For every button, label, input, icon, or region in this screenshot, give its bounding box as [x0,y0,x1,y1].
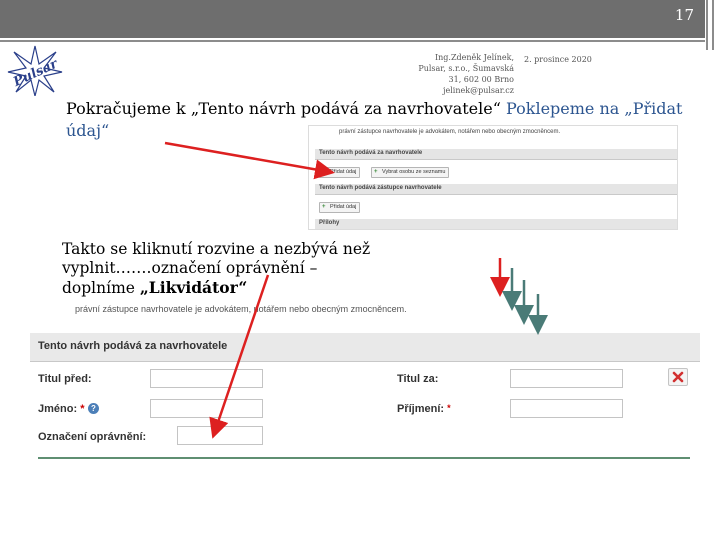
arrow-to-add-button [164,141,335,180]
arrow-to-authorization [209,274,270,439]
annotation-arrows [164,141,548,439]
